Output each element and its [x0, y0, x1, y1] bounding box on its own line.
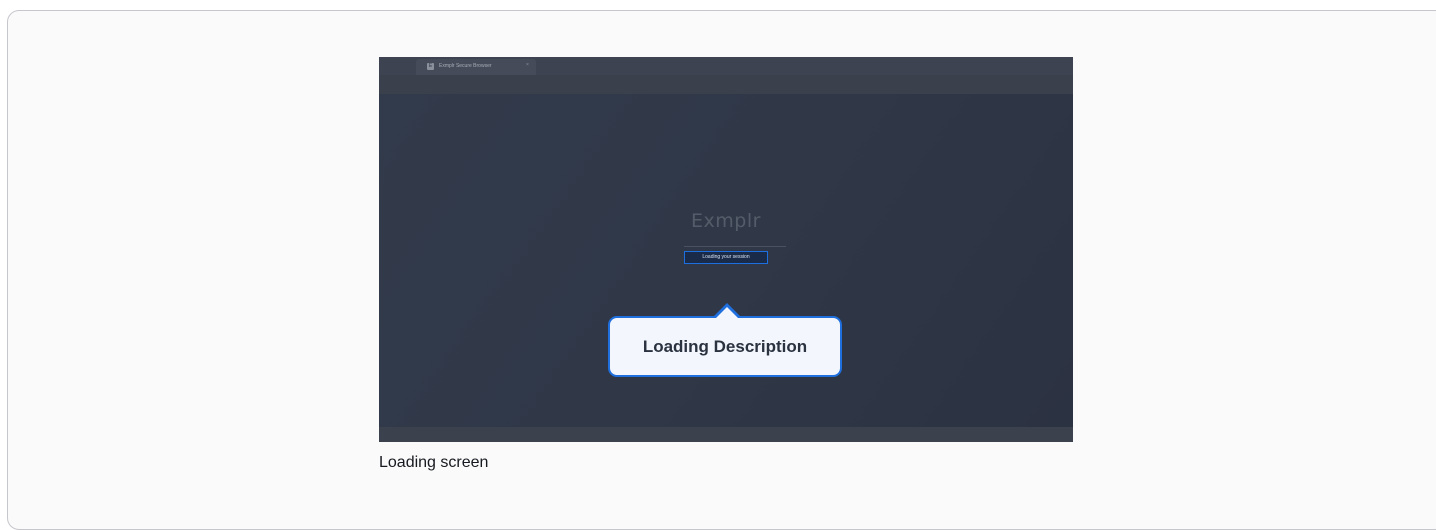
brand-logo-text: Exmplr [691, 210, 761, 232]
loading-screenshot: E Exmplr Secure Browser × Exmplr Loading… [379, 57, 1073, 442]
loading-status: Loading your session [684, 251, 768, 264]
favicon-icon: E [427, 63, 434, 70]
callout-box: Loading Description [608, 316, 842, 377]
browser-status-bar [379, 427, 1073, 442]
figure-caption: Loading screen [379, 454, 489, 471]
close-icon[interactable]: × [526, 62, 529, 68]
tab-title: Exmplr Secure Browser [439, 63, 492, 69]
loading-divider [684, 246, 786, 247]
browser-tab[interactable]: E Exmplr Secure Browser × [416, 59, 536, 75]
callout-arrow-fill [716, 307, 738, 318]
browser-toolbar [379, 75, 1073, 94]
browser-tab-bar: E Exmplr Secure Browser × [379, 57, 1073, 75]
callout-label: Loading Description [642, 337, 808, 356]
